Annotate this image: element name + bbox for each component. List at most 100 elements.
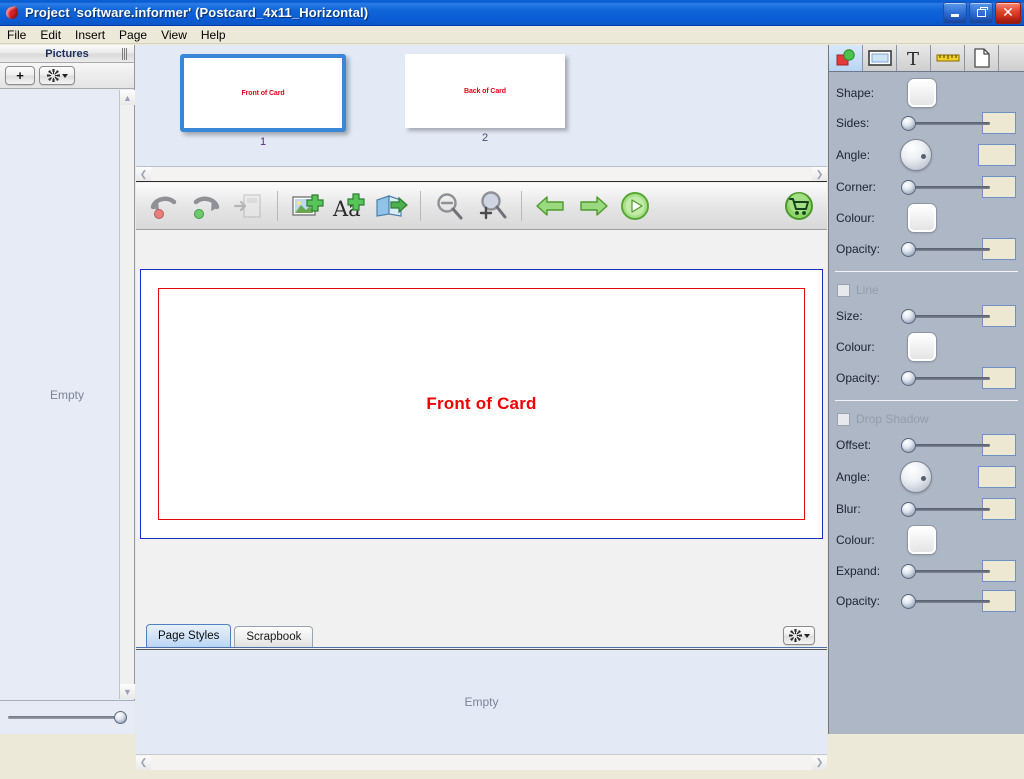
undo-button[interactable] (144, 186, 184, 226)
bottom-tabstrip: Page Styles Scrapbook (136, 577, 827, 648)
shadow-angle-value-field[interactable] (978, 466, 1016, 488)
menu-item-edit[interactable]: Edit (33, 27, 68, 43)
page-thumbnail-preview[interactable]: Back of Card (405, 54, 565, 128)
maximize-button[interactable] (969, 1, 993, 24)
menu-item-help[interactable]: Help (194, 27, 233, 43)
minimize-button[interactable] (943, 1, 967, 24)
page-thumbnail-2[interactable]: Back of Card 2 (402, 54, 568, 166)
menu-item-file[interactable]: File (0, 27, 33, 43)
slider-knob[interactable] (901, 564, 917, 579)
tab-frame[interactable] (863, 45, 897, 71)
frame-icon (867, 50, 892, 66)
sides-slider[interactable] (901, 116, 991, 131)
menu-item-page[interactable]: Page (112, 27, 154, 43)
tab-shapes[interactable] (829, 45, 863, 71)
scroll-down-icon[interactable]: ▼ (120, 684, 135, 699)
add-text-button[interactable]: Aa (329, 186, 369, 226)
pictures-vertical-scrollbar[interactable]: ▲ ▼ (119, 90, 135, 699)
add-picture-button[interactable] (287, 186, 327, 226)
line-size-slider[interactable] (901, 309, 991, 324)
slider-knob[interactable] (901, 116, 917, 131)
pictures-zoom-slider[interactable] (0, 700, 135, 734)
card-text[interactable]: Front of Card (426, 394, 536, 414)
shape-swatch-button[interactable] (908, 79, 936, 107)
expand-slider[interactable] (901, 564, 991, 579)
tab-page[interactable] (965, 45, 999, 71)
shadow-angle-dial[interactable] (900, 461, 932, 493)
next-page-button[interactable] (573, 186, 613, 226)
property-row-corner: Corner: (829, 172, 1024, 202)
angle-dial[interactable] (900, 139, 932, 171)
window-title: Project 'software.informer' (Postcard_4x… (25, 5, 369, 20)
slider-track (906, 600, 991, 603)
slider-knob[interactable] (901, 309, 917, 324)
scroll-left-icon[interactable]: ❮ (136, 755, 151, 770)
previous-page-button[interactable] (531, 186, 571, 226)
property-label-expand: Expand: (836, 564, 881, 578)
property-label-opacity: Opacity: (836, 242, 881, 256)
drop-shadow-checkbox[interactable] (837, 412, 850, 426)
scroll-left-icon[interactable]: ❮ (136, 167, 151, 181)
shadow-colour-swatch-button[interactable] (908, 526, 936, 554)
tab-scrapbook[interactable]: Scrapbook (234, 626, 314, 647)
blur-slider[interactable] (901, 502, 991, 517)
page-thumbnail-1[interactable]: Front of Card 1 (180, 54, 346, 166)
save-button[interactable] (228, 186, 268, 226)
scroll-up-icon[interactable]: ▲ (120, 90, 135, 105)
slider-track (906, 248, 991, 251)
zoom-slider-knob[interactable] (114, 711, 127, 724)
corner-slider[interactable] (901, 180, 991, 195)
page-styles-empty-text: Empty (464, 695, 499, 709)
menu-item-insert[interactable]: Insert (68, 27, 112, 43)
line-colour-swatch-button[interactable] (908, 333, 936, 361)
pictures-options-button[interactable] (39, 66, 75, 85)
drop-shadow-section-toggle[interactable]: Drop Shadow (829, 408, 1024, 430)
slider-knob[interactable] (901, 371, 917, 386)
zoom-slider-track (8, 711, 127, 724)
slider-knob[interactable] (901, 502, 917, 517)
main-toolbar: Aa (136, 183, 827, 230)
property-row-angle: Angle: (829, 138, 1024, 172)
section-divider (835, 271, 1018, 272)
bottom-tabs-options-button[interactable] (783, 626, 815, 645)
pictures-list[interactable]: Empty (0, 90, 134, 699)
scroll-right-icon[interactable]: ❯ (812, 167, 827, 181)
tab-page-styles[interactable]: Page Styles (146, 624, 232, 647)
slider-knob[interactable] (901, 438, 917, 453)
line-checkbox[interactable] (837, 283, 850, 297)
close-button[interactable]: ✕ (995, 1, 1021, 24)
canvas-area[interactable]: Front of Card (136, 231, 827, 577)
offset-slider[interactable] (901, 438, 991, 453)
slider-knob[interactable] (901, 594, 917, 609)
menu-item-view[interactable]: View (154, 27, 194, 43)
slider-knob[interactable] (901, 242, 917, 257)
page-styles-horizontal-scrollbar[interactable]: ❮ ❯ (136, 754, 827, 770)
page-thumbnail-number: 2 (481, 132, 489, 144)
menu-bar: File Edit Insert Page View Help (0, 26, 1024, 44)
zoom-out-button[interactable] (430, 186, 470, 226)
page-thumbnail-preview[interactable]: Front of Card (180, 54, 346, 132)
card-page[interactable]: Front of Card (140, 269, 823, 539)
add-picture-button[interactable]: + (5, 66, 35, 85)
line-section-toggle[interactable]: Line (829, 279, 1024, 301)
scroll-right-icon[interactable]: ❯ (812, 755, 827, 770)
buy-button[interactable] (779, 186, 819, 226)
preview-button[interactable] (615, 186, 655, 226)
page-styles-pane[interactable]: Empty (136, 649, 827, 754)
line-opacity-slider[interactable] (901, 371, 991, 386)
angle-value-field[interactable] (978, 144, 1016, 166)
properties-tab-bar: T (829, 45, 1024, 72)
add-page-button[interactable] (371, 186, 411, 226)
tab-text[interactable]: T (897, 45, 931, 71)
opacity-slider[interactable] (901, 242, 991, 257)
shadow-opacity-slider[interactable] (901, 594, 991, 609)
panel-grip-icon[interactable] (122, 48, 131, 60)
slider-knob[interactable] (901, 180, 917, 195)
redo-button[interactable] (186, 186, 226, 226)
zoom-in-button[interactable] (472, 186, 512, 226)
chevron-down-icon (61, 73, 68, 78)
thumbnail-horizontal-scrollbar[interactable]: ❮ ❯ (136, 167, 827, 182)
shape-colour-swatch-button[interactable] (908, 204, 936, 232)
property-label-shadow-angle: Angle: (836, 470, 871, 484)
tab-measure[interactable] (931, 45, 965, 71)
